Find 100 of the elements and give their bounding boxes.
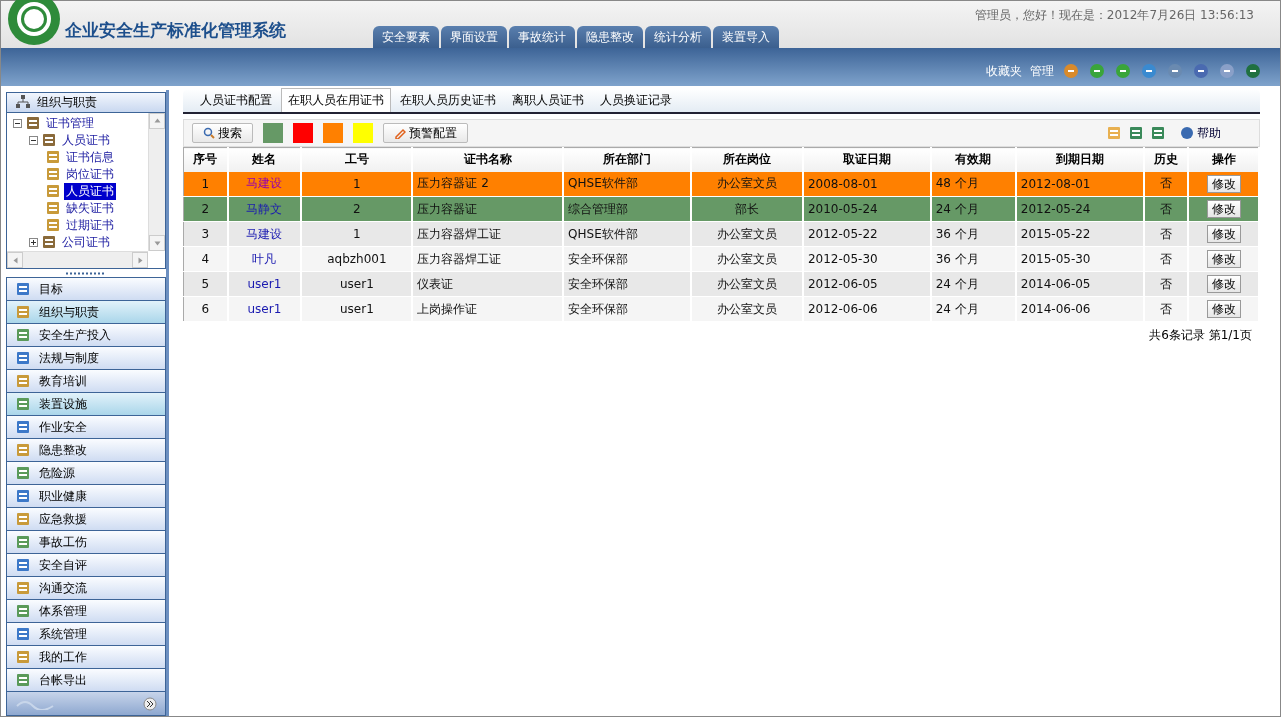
document-icon	[15, 442, 31, 458]
document-icon	[15, 672, 31, 688]
tree-item[interactable]: 证书信息	[64, 148, 116, 166]
edit-button[interactable]: 修改	[1206, 300, 1241, 318]
menu-item[interactable]: 安全生产投入	[7, 324, 165, 347]
document-icon	[15, 304, 31, 320]
menu-item[interactable]: 作业安全	[7, 416, 165, 439]
tree-item[interactable]: 公司证书	[60, 233, 112, 251]
expand-icon[interactable]	[143, 696, 157, 711]
name-link[interactable]: user1	[227, 296, 302, 322]
tree-item[interactable]: 过期证书	[64, 216, 116, 234]
sub-tab[interactable]: 人员证书配置	[193, 88, 279, 112]
document-icon	[15, 488, 31, 504]
document-icon	[15, 557, 31, 573]
menu-item[interactable]: 我的工作	[7, 646, 165, 669]
table-cell: 否	[1143, 296, 1189, 322]
edit-button[interactable]: 修改	[1206, 200, 1241, 218]
menu-item[interactable]: 应急救援	[7, 508, 165, 531]
expand-toggle-icon[interactable]	[29, 237, 38, 247]
search-button[interactable]: 搜索	[192, 123, 253, 143]
edit-button[interactable]: 修改	[1206, 275, 1241, 293]
column-header: 操作	[1188, 147, 1259, 172]
tree-item[interactable]: 岗位证书	[64, 165, 116, 183]
sub-tab[interactable]: 在职人员在用证书	[281, 88, 391, 112]
document-icon	[15, 580, 31, 596]
document-icon	[15, 373, 31, 389]
document-icon	[15, 649, 31, 665]
table-cell: 2012-06-06	[802, 296, 931, 322]
panel-title: 组织与职责	[37, 93, 97, 111]
toolbar-link[interactable]: 管理	[1030, 63, 1054, 80]
toolbar-link[interactable]: 收藏夹	[986, 63, 1022, 80]
document-icon	[45, 149, 61, 166]
menu-item[interactable]: 法规与制度	[7, 347, 165, 370]
menu-item[interactable]: 事故工伤	[7, 531, 165, 554]
splitter-grip[interactable]	[66, 271, 106, 275]
document-icon	[15, 465, 31, 481]
tree-item[interactable]: 人员证书	[64, 182, 116, 200]
collapse-toggle-icon[interactable]	[29, 135, 38, 145]
column-header: 取证日期	[802, 147, 931, 172]
table-cell: 6	[183, 296, 228, 322]
menu-item[interactable]: 系统管理	[7, 623, 165, 646]
sub-tab[interactable]: 人员换证记录	[593, 88, 679, 112]
menu-item[interactable]: 危险源	[7, 462, 165, 485]
edit-button[interactable]: 修改	[1206, 174, 1241, 193]
nav-tab[interactable]: 隐患整改	[577, 26, 643, 48]
tree-item[interactable]: 证书管理	[44, 114, 96, 132]
org-chart-icon	[15, 94, 31, 111]
menu-item[interactable]: 职业健康	[7, 485, 165, 508]
menu-item[interactable]: 组织与职责	[7, 301, 165, 324]
scroll-arrow-icon[interactable]	[11, 256, 19, 264]
document-icon	[45, 200, 61, 217]
document-icon	[15, 534, 31, 550]
menu-item[interactable]: 安全自评	[7, 554, 165, 577]
column-header: 姓名	[227, 147, 302, 172]
document-icon	[45, 183, 61, 200]
edit-button[interactable]: 修改	[1206, 250, 1241, 268]
pencil-icon	[394, 127, 406, 139]
document-icon	[15, 626, 31, 642]
scroll-arrow-icon[interactable]	[136, 256, 144, 264]
app-title: 企业安全生产标准化管理系统	[65, 19, 286, 42]
horizontal-scrollbar[interactable]	[7, 251, 148, 269]
scroll-arrow-icon[interactable]	[153, 239, 161, 247]
menu-item[interactable]: 目标	[7, 278, 165, 301]
nav-tab[interactable]: 装置导入	[713, 26, 779, 48]
document-icon	[15, 396, 31, 412]
alert-config-button[interactable]: 预警配置	[383, 123, 468, 143]
column-header: 有效期	[930, 147, 1016, 172]
nav-tab[interactable]: 界面设置	[441, 26, 507, 48]
column-header: 到期日期	[1015, 147, 1144, 172]
document-icon	[15, 350, 31, 366]
menu-item[interactable]: 台帐导出	[7, 669, 165, 692]
scroll-arrow-icon[interactable]	[153, 117, 161, 125]
menu-item[interactable]: 隐患整改	[7, 439, 165, 462]
column-header: 序号	[183, 147, 228, 172]
document-icon	[45, 166, 61, 183]
table-cell: 24 个月	[930, 296, 1016, 322]
nav-tab[interactable]: 安全要素	[373, 26, 439, 48]
search-icon	[203, 127, 215, 139]
table-cell: 办公室文员	[690, 296, 803, 322]
menu-item[interactable]: 沟通交流	[7, 577, 165, 600]
nav-tab[interactable]: 统计分析	[645, 26, 711, 48]
column-header: 历史	[1143, 147, 1189, 172]
column-header: 所在部门	[563, 147, 691, 172]
menu-item[interactable]: 体系管理	[7, 600, 165, 623]
document-icon	[45, 217, 61, 234]
sub-tab[interactable]: 在职人员历史证书	[393, 88, 503, 112]
table-cell: user1	[301, 296, 413, 322]
vertical-scrollbar[interactable]	[148, 112, 165, 252]
tree-item[interactable]: 人员证书	[60, 131, 112, 149]
document-icon	[15, 281, 31, 297]
menu-item[interactable]: 教育培训	[7, 370, 165, 393]
column-header: 所在岗位	[690, 147, 803, 172]
collapse-toggle-icon[interactable]	[13, 118, 22, 128]
tree-item[interactable]: 缺失证书	[64, 199, 116, 217]
nav-tab[interactable]: 事故统计	[509, 26, 575, 48]
help-link[interactable]: 帮助	[1180, 124, 1221, 142]
sub-tab[interactable]: 离职人员证书	[505, 88, 591, 112]
menu-item[interactable]: 装置设施	[7, 393, 165, 416]
column-header: 工号	[301, 147, 413, 172]
edit-button[interactable]: 修改	[1206, 225, 1241, 243]
